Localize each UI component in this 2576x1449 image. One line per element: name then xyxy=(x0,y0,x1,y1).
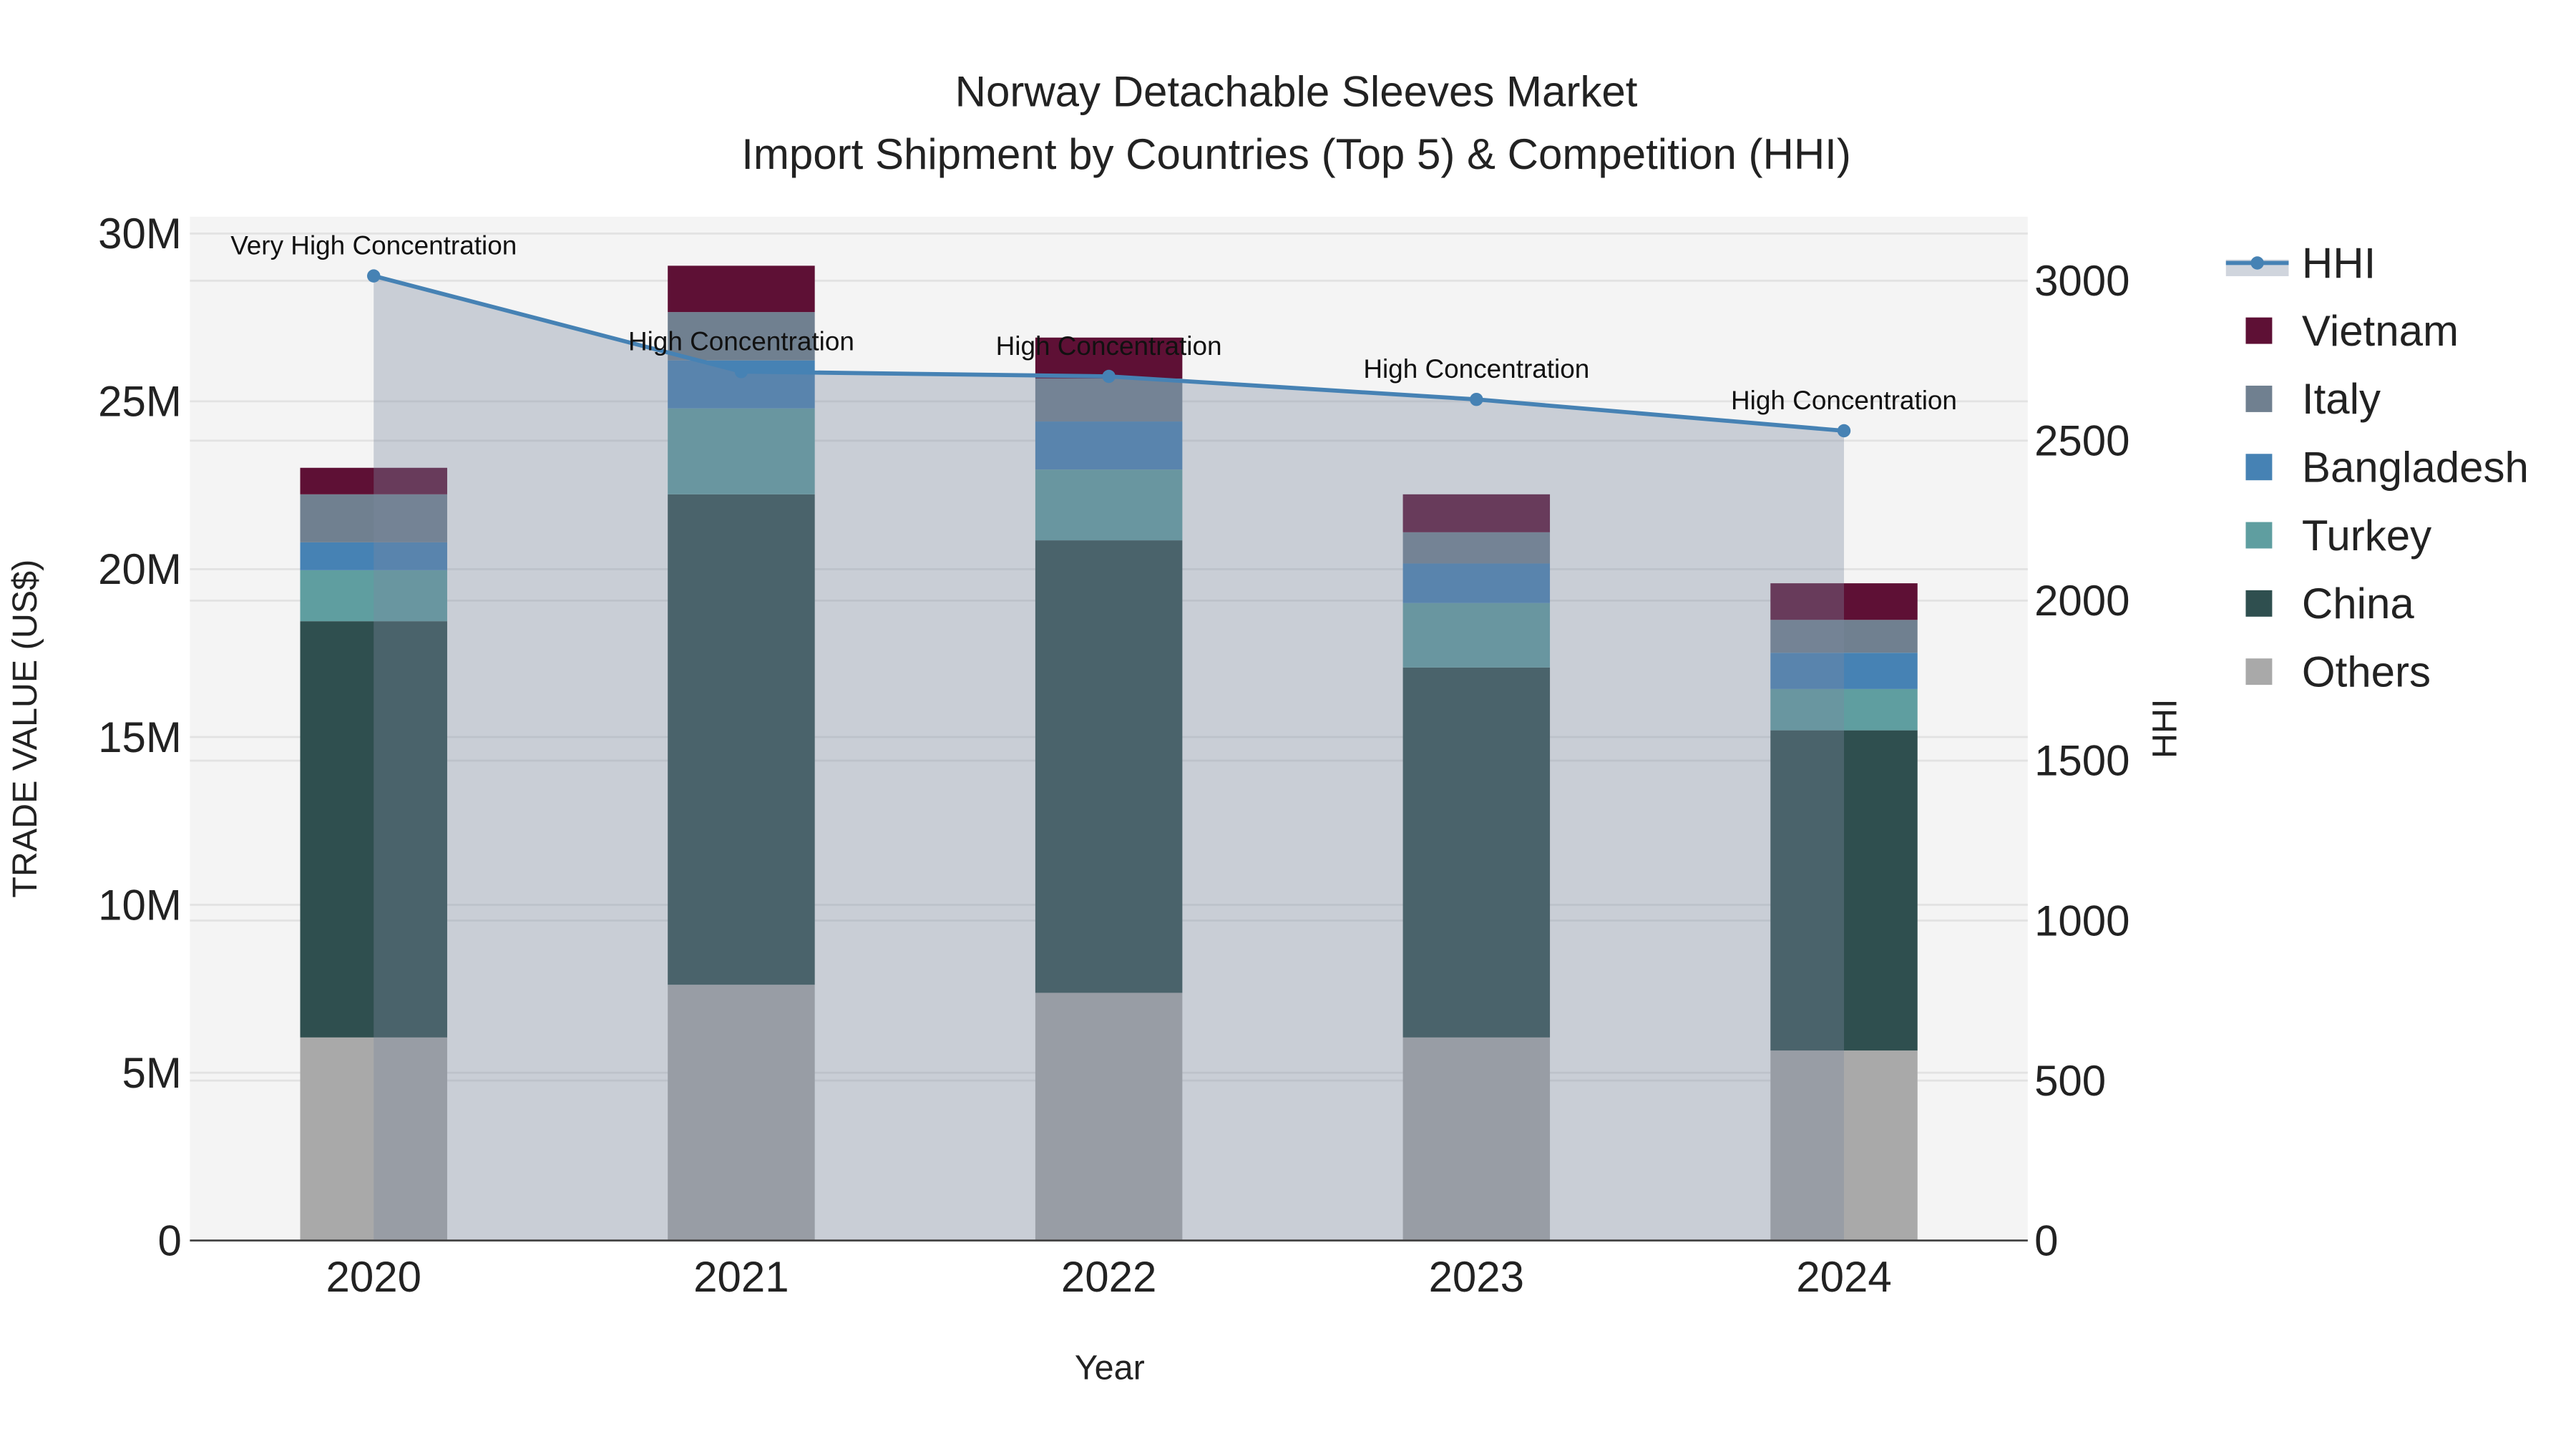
legend-label: China xyxy=(2302,580,2414,628)
legend-marker xyxy=(2250,256,2264,270)
legend-swatch xyxy=(2245,385,2273,412)
legend-label: Bangladesh xyxy=(2302,444,2529,492)
y-tick-label: 15M xyxy=(98,713,182,761)
hhi-point-2022 xyxy=(1102,369,1116,384)
y2-tick-label: 500 xyxy=(2034,1057,2106,1105)
legend-label: HHI xyxy=(2302,239,2376,287)
legend-item-bangladesh[interactable]: Bangladesh xyxy=(2245,444,2529,492)
legend-swatch xyxy=(2245,454,2273,481)
y2-tick-label: 2000 xyxy=(2034,577,2129,625)
y-tick-label: 0 xyxy=(157,1216,181,1264)
y-tick-label: 30M xyxy=(98,210,182,258)
y-axis-label: TRADE VALUE (US$) xyxy=(6,560,44,898)
hhi-annotation: High Concentration xyxy=(628,326,854,356)
chart-title: Norway Detachable Sleeves Market xyxy=(955,67,1638,115)
y-tick-label: 20M xyxy=(98,545,182,593)
x-axis-label: Year xyxy=(1075,1349,1145,1387)
hhi-point-2021 xyxy=(734,365,748,379)
legend-label: Vietnam xyxy=(2302,307,2459,355)
hhi-annotation: Very High Concentration xyxy=(230,231,517,260)
legend-label: Others xyxy=(2302,648,2431,696)
legend-label: Turkey xyxy=(2302,512,2431,560)
hhi-annotation: High Concentration xyxy=(996,331,1222,361)
y2-axis-ticks: 0 500 1000 1500 2000 2500 3000 xyxy=(2034,257,2129,1264)
y-tick-label: 25M xyxy=(98,378,182,426)
legend-item-italy[interactable]: Italy xyxy=(2245,375,2381,423)
legend-item-china[interactable]: China xyxy=(2245,580,2414,628)
hhi-annotation: High Concentration xyxy=(1363,354,1589,384)
legend-item-turkey[interactable]: Turkey xyxy=(2245,512,2431,560)
x-axis-ticks: 2020 2021 2022 2023 2024 xyxy=(326,1253,1891,1301)
legend-item-hhi[interactable]: HHI xyxy=(2225,239,2376,287)
y-tick-label: 10M xyxy=(98,881,182,929)
legend-label: Italy xyxy=(2302,375,2381,423)
hhi-point-2024 xyxy=(1837,424,1851,438)
legend-swatch xyxy=(2245,590,2273,617)
legend-swatch xyxy=(2245,317,2273,344)
y-axis-ticks: 0 5M 10M 15M 20M 25M 30M xyxy=(98,210,182,1264)
legend: HHI Vietnam Italy Bangladesh Turkey China Othe… xyxy=(2225,239,2529,696)
hhi-point-2020 xyxy=(367,269,381,283)
y2-tick-label: 0 xyxy=(2034,1216,2058,1264)
y2-tick-label: 2500 xyxy=(2034,417,2129,465)
legend-swatch xyxy=(2245,658,2273,686)
legend-item-others[interactable]: Others xyxy=(2245,648,2431,696)
x-tick-label: 2022 xyxy=(1061,1253,1156,1301)
chart: Very High Concentration High Concentratio… xyxy=(6,67,2529,1387)
chart-subtitle: Import Shipment by Countries (Top 5) & C… xyxy=(741,130,1851,178)
x-tick-label: 2023 xyxy=(1429,1253,1524,1301)
y2-axis-label: HHI xyxy=(2146,699,2185,758)
y2-tick-label: 1500 xyxy=(2034,737,2129,785)
legend-item-vietnam[interactable]: Vietnam xyxy=(2245,307,2459,355)
hhi-annotation: High Concentration xyxy=(1731,386,1957,415)
x-tick-label: 2020 xyxy=(326,1253,421,1301)
hhi-point-2023 xyxy=(1470,392,1483,406)
y-tick-label: 5M xyxy=(122,1049,181,1097)
y2-tick-label: 3000 xyxy=(2034,257,2129,305)
hhi-area-fill xyxy=(374,275,1845,1241)
x-tick-label: 2021 xyxy=(693,1253,789,1301)
y2-tick-label: 1000 xyxy=(2034,897,2129,945)
x-tick-label: 2024 xyxy=(1796,1253,1891,1301)
legend-swatch xyxy=(2245,522,2273,549)
bar-vietnam-2021 xyxy=(668,265,815,313)
